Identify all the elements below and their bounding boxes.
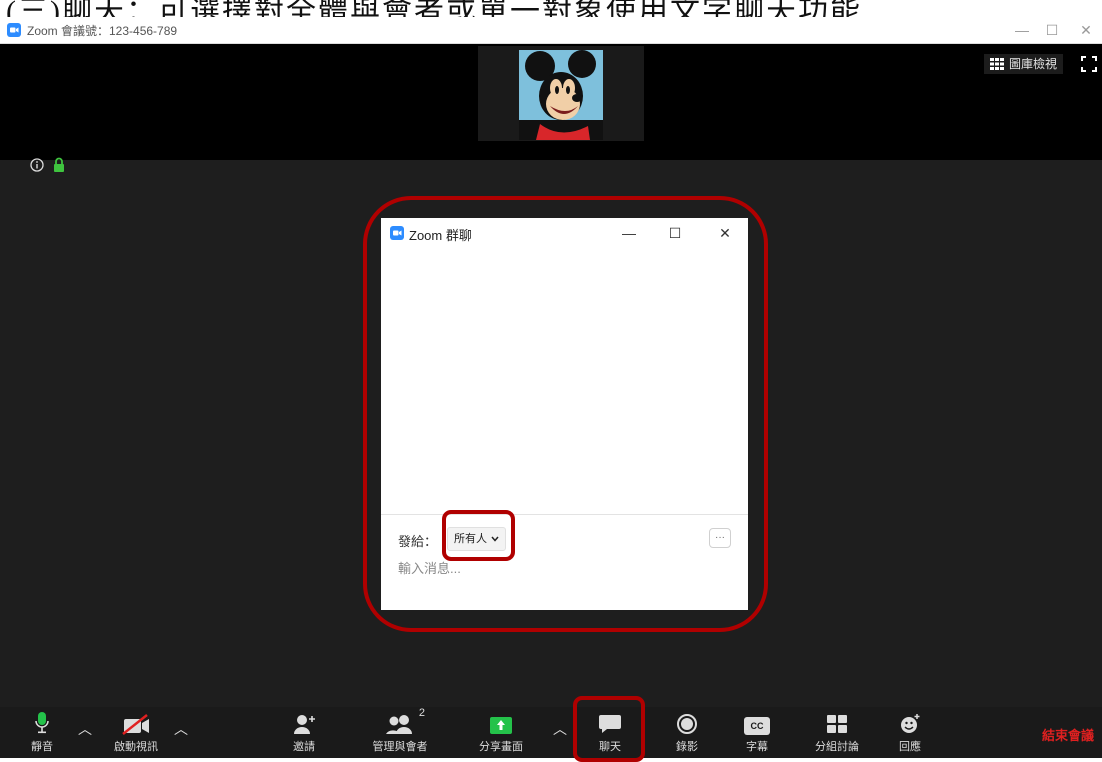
gallery-view-button[interactable]: 圖庫檢視 xyxy=(984,54,1064,74)
start-video-button[interactable]: 啟動視訊 xyxy=(108,707,164,758)
breakout-rooms-button[interactable]: 分組討論 xyxy=(806,707,868,758)
captions-label: 字幕 xyxy=(746,741,768,753)
meeting-info-bar xyxy=(30,157,65,172)
captions-icon: CC xyxy=(744,717,770,735)
video-off-icon xyxy=(122,714,149,735)
meeting-toolbar: 靜音 ︿ 啟動視訊 ︿ 邀請 2 管理與會者 分享畫面 ︿ 聊天 錄影 CC 字… xyxy=(0,707,1102,758)
window-minimize-button[interactable]: — xyxy=(1006,19,1038,41)
avatar xyxy=(519,50,603,140)
record-button[interactable]: 錄影 xyxy=(667,707,707,758)
invite-label: 邀請 xyxy=(293,741,315,753)
record-label: 錄影 xyxy=(676,741,698,753)
breakout-rooms-label: 分組討論 xyxy=(815,741,859,753)
participants-icon xyxy=(386,715,412,734)
share-screen-button[interactable]: 分享畫面 xyxy=(470,707,532,758)
recipient-select-highlight xyxy=(442,510,515,561)
share-screen-icon xyxy=(490,717,512,734)
chat-window-highlight xyxy=(363,196,768,632)
caret-up-icon[interactable]: ︿ xyxy=(174,719,188,739)
gallery-grid-icon xyxy=(990,58,1004,70)
gallery-view-label: 圖庫檢視 xyxy=(1009,57,1058,71)
mute-label: 靜音 xyxy=(31,741,53,753)
participants-button[interactable]: 2 管理與會者 xyxy=(362,707,438,758)
share-screen-label: 分享畫面 xyxy=(479,741,523,753)
chat-button-highlight xyxy=(573,696,645,762)
participant-video-thumbnail[interactable] xyxy=(478,46,644,141)
participants-label: 管理與會者 xyxy=(372,741,428,753)
lock-icon[interactable] xyxy=(53,157,65,172)
window-titlebar: Zoom 會議號：123-456-789 — ☐ ✕ xyxy=(0,17,1102,44)
captions-button[interactable]: CC 字幕 xyxy=(737,707,777,758)
caret-up-icon[interactable]: ︿ xyxy=(553,719,567,739)
reactions-icon xyxy=(901,714,920,733)
invite-icon xyxy=(294,715,315,734)
window-close-button[interactable]: ✕ xyxy=(1070,19,1102,41)
invite-button[interactable]: 邀請 xyxy=(284,707,324,758)
participants-count: 2 xyxy=(418,707,425,719)
record-icon xyxy=(677,714,697,734)
caret-up-icon[interactable]: ︿ xyxy=(78,719,92,739)
microphone-icon xyxy=(35,712,49,734)
window-maximize-button[interactable]: ☐ xyxy=(1036,19,1068,41)
start-video-label: 啟動視訊 xyxy=(114,741,158,753)
breakout-icon xyxy=(827,715,847,733)
mute-button[interactable]: 靜音 xyxy=(27,707,57,758)
video-strip: 圖庫檢視 xyxy=(0,44,1102,160)
window-title: Zoom 會議號：123-456-789 xyxy=(27,24,178,38)
end-meeting-button[interactable]: 結束會議 xyxy=(1042,725,1094,744)
zoom-logo-icon xyxy=(7,23,21,37)
fullscreen-icon[interactable] xyxy=(1080,54,1098,74)
info-icon[interactable] xyxy=(30,157,44,172)
reactions-label: 回應 xyxy=(899,741,921,753)
reactions-button[interactable]: 回應 xyxy=(895,707,925,758)
